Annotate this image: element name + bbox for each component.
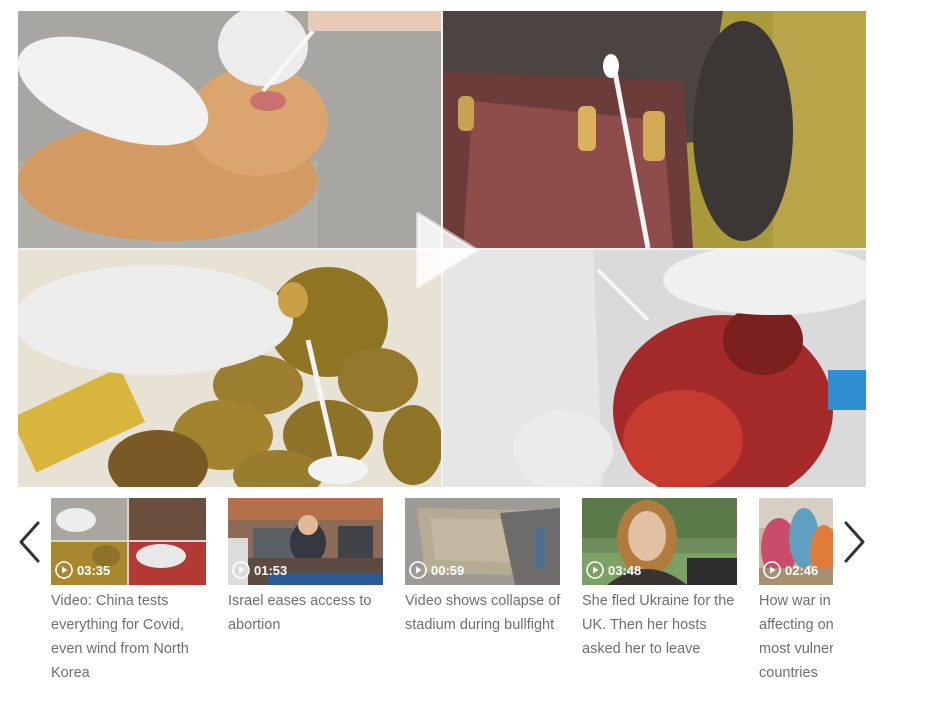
carousel-next-button[interactable] bbox=[842, 520, 868, 564]
play-button[interactable] bbox=[410, 208, 482, 292]
duration-label: 03:35 bbox=[77, 562, 111, 578]
video-thumbnail: 01:53 bbox=[228, 498, 383, 585]
video-title[interactable]: Israel eases access to abortion bbox=[228, 589, 384, 637]
video-title[interactable]: Video: China tests everything for Covid,… bbox=[51, 589, 207, 685]
video-panel-cat bbox=[18, 11, 441, 248]
video-title[interactable]: How war in Ukraine is affecting one of t… bbox=[759, 589, 833, 685]
play-circle-icon bbox=[55, 561, 73, 579]
duration-label: 02:46 bbox=[785, 562, 819, 578]
carousel-item[interactable]: 03:35 Video: China tests everything for … bbox=[51, 498, 207, 698]
play-circle-icon bbox=[232, 561, 250, 579]
play-circle-icon bbox=[409, 561, 427, 579]
video-panel-rooster bbox=[443, 250, 866, 487]
video-title[interactable]: Video shows collapse of stadium during b… bbox=[405, 589, 561, 637]
carousel-item[interactable]: 01:53 Israel eases access to abortion bbox=[228, 498, 384, 698]
carousel-prev-button[interactable] bbox=[16, 520, 42, 564]
play-circle-icon bbox=[586, 561, 604, 579]
duration-label: 01:53 bbox=[254, 562, 288, 578]
video-thumbnail: 00:59 bbox=[405, 498, 560, 585]
carousel-item[interactable]: 02:46 How war in Ukraine is affecting on… bbox=[759, 498, 833, 698]
video-panel-hippo bbox=[443, 11, 866, 248]
video-carousel: 03:35 Video: China tests everything for … bbox=[0, 490, 932, 702]
chevron-right-icon bbox=[844, 521, 865, 563]
duration-label: 00:59 bbox=[431, 562, 465, 578]
carousel-item[interactable]: 03:48 She fled Ukraine for the UK. Then … bbox=[582, 498, 738, 698]
video-panel-kiwi bbox=[18, 250, 441, 487]
duration-label: 03:48 bbox=[608, 562, 642, 578]
video-thumbnail: 02:46 bbox=[759, 498, 833, 585]
video-player[interactable] bbox=[18, 11, 866, 487]
carousel-item[interactable]: 00:59 Video shows collapse of stadium du… bbox=[405, 498, 561, 698]
play-icon bbox=[416, 212, 478, 288]
video-title[interactable]: She fled Ukraine for the UK. Then her ho… bbox=[582, 589, 738, 661]
chevron-left-icon bbox=[19, 521, 40, 563]
video-thumbnail: 03:35 bbox=[51, 498, 206, 585]
carousel-track: 03:35 Video: China tests everything for … bbox=[51, 498, 833, 698]
video-thumbnail: 03:48 bbox=[582, 498, 737, 585]
play-circle-icon bbox=[763, 561, 781, 579]
